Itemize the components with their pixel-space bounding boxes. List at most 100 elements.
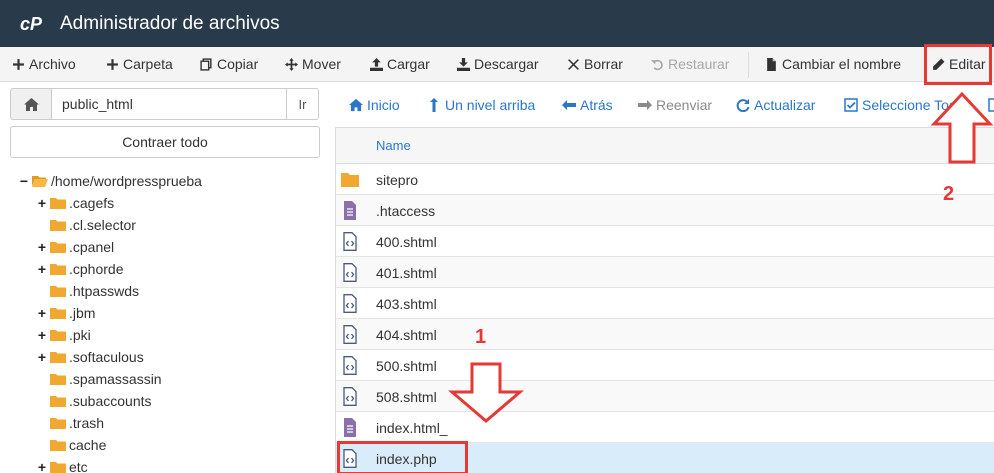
new-file-button[interactable]: Archivo bbox=[12, 47, 76, 81]
file-name: sitepro bbox=[376, 172, 419, 188]
download-button[interactable]: Descargar bbox=[457, 47, 539, 81]
table-row[interactable]: 403.shtml bbox=[336, 288, 994, 319]
refresh-button[interactable]: Actualizar bbox=[736, 88, 815, 122]
folder-icon bbox=[341, 173, 359, 187]
select-all-label: Seleccione Todo bbox=[862, 97, 965, 113]
tree-item[interactable]: + .pki bbox=[36, 324, 91, 346]
tree-item-label: .cagefs bbox=[69, 195, 115, 211]
copy-button[interactable]: Copiar bbox=[200, 47, 258, 81]
file-name: 500.shtml bbox=[376, 358, 437, 374]
pencil-icon bbox=[933, 58, 945, 70]
expand-toggle-icon[interactable]: + bbox=[36, 305, 48, 321]
table-row[interactable]: 508.shtml bbox=[336, 381, 994, 412]
expand-toggle-icon[interactable]: + bbox=[36, 261, 48, 277]
tree-item[interactable]: .htpasswds bbox=[36, 280, 139, 302]
collapse-toggle-icon[interactable]: − bbox=[18, 173, 30, 189]
toolbar-divider bbox=[748, 52, 749, 78]
tree-item[interactable]: + .jbm bbox=[36, 302, 96, 324]
table-row[interactable]: .htaccess bbox=[336, 195, 994, 226]
checkbox-icon bbox=[844, 98, 858, 112]
tree-item[interactable]: cache bbox=[36, 434, 106, 456]
tree-item-label: .subaccounts bbox=[69, 393, 152, 409]
tree-item[interactable]: + .cagefs bbox=[36, 192, 114, 214]
home-nav-button[interactable]: Inicio bbox=[349, 88, 400, 122]
home-nav-label: Inicio bbox=[367, 97, 400, 113]
plus-icon bbox=[107, 58, 118, 70]
table-row[interactable]: 401.shtml bbox=[336, 257, 994, 288]
back-button[interactable]: Atrás bbox=[562, 88, 613, 122]
file-table: Name sitepro .htaccess 400.shtml 401.shtml 4… bbox=[335, 127, 994, 473]
app-header: cP Administrador de archivos bbox=[0, 0, 994, 47]
tree-item[interactable]: + .softaculous bbox=[36, 346, 144, 368]
home-button[interactable] bbox=[10, 88, 52, 120]
go-button[interactable]: Ir bbox=[286, 88, 319, 120]
tree-item[interactable]: .spamassassin bbox=[36, 368, 162, 390]
table-row[interactable]: 500.shtml bbox=[336, 350, 994, 381]
folder-icon bbox=[50, 418, 66, 429]
home-icon bbox=[23, 97, 39, 111]
expand-toggle-icon[interactable]: + bbox=[36, 459, 48, 473]
text-file-icon bbox=[344, 418, 356, 437]
step-1-label: 1 bbox=[475, 326, 487, 348]
tree-item[interactable]: .trash bbox=[36, 412, 104, 434]
forward-label: Reenviar bbox=[656, 97, 713, 113]
upload-label: Cargar bbox=[387, 56, 430, 72]
up-one-level-button[interactable]: Un nivel arriba bbox=[427, 88, 535, 122]
upload-button[interactable]: Cargar bbox=[370, 47, 430, 81]
table-row[interactable]: sitepro bbox=[336, 164, 994, 195]
tree-item-label: .jbm bbox=[69, 305, 96, 321]
expand-toggle-icon[interactable]: + bbox=[36, 195, 48, 211]
rename-button[interactable]: Cambiar el nombre bbox=[765, 47, 901, 81]
download-icon bbox=[457, 57, 470, 71]
copy-label: Copiar bbox=[217, 56, 259, 72]
table-row[interactable]: 404.shtml bbox=[336, 319, 994, 350]
delete-label: Borrar bbox=[584, 56, 623, 72]
forward-button[interactable]: Reenviar bbox=[638, 88, 712, 122]
tree-item-label: .cpanel bbox=[69, 239, 115, 255]
tree-item-label: .spamassassin bbox=[69, 371, 162, 387]
plus-icon bbox=[13, 58, 24, 70]
tree-item-label: .cphorde bbox=[69, 261, 124, 277]
select-all-button[interactable]: Seleccione Todo bbox=[844, 88, 964, 122]
expand-toggle-icon[interactable]: + bbox=[36, 239, 48, 255]
edit-button[interactable]: Editar bbox=[932, 47, 986, 81]
file-manager-app: cP Administrador de archivos Archivo Car… bbox=[0, 0, 994, 473]
copy-icon bbox=[200, 57, 212, 71]
restore-label: Restaurar bbox=[668, 56, 730, 72]
tree-item[interactable]: .subaccounts bbox=[36, 390, 152, 412]
path-input[interactable] bbox=[51, 88, 287, 120]
tree-item-label: .softaculous bbox=[69, 349, 144, 365]
expand-toggle-icon[interactable]: + bbox=[36, 349, 48, 365]
rename-label: Cambiar el nombre bbox=[782, 56, 902, 72]
delete-button[interactable]: Borrar bbox=[567, 47, 623, 81]
file-name: 401.shtml bbox=[376, 265, 437, 281]
folder-icon bbox=[50, 352, 66, 363]
restore-button[interactable]: Restaurar bbox=[651, 47, 729, 81]
table-row[interactable]: index.php bbox=[336, 443, 994, 473]
folder-icon bbox=[50, 396, 66, 407]
tree-item[interactable]: + .cphorde bbox=[36, 258, 124, 280]
undo-icon bbox=[651, 59, 663, 70]
collapse-all-button[interactable]: Contraer todo bbox=[10, 126, 320, 158]
arrow-right-icon bbox=[638, 100, 652, 110]
table-row[interactable]: index.html_ bbox=[336, 412, 994, 443]
home-icon bbox=[349, 98, 363, 112]
more-nav-button[interactable] bbox=[988, 88, 994, 122]
new-folder-button[interactable]: Carpeta bbox=[106, 47, 173, 81]
code-file-icon bbox=[343, 294, 357, 313]
refresh-icon bbox=[736, 99, 750, 112]
name-column-header[interactable]: Name bbox=[376, 138, 411, 153]
tree-item[interactable]: .cl.selector bbox=[36, 214, 136, 236]
move-button[interactable]: Mover bbox=[285, 47, 341, 81]
file-name: index.php bbox=[376, 451, 437, 467]
table-row[interactable]: 400.shtml bbox=[336, 226, 994, 257]
tree-root[interactable]: − /home/wordpressprueba bbox=[18, 170, 202, 192]
file-name: 404.shtml bbox=[376, 327, 437, 343]
edit-label: Editar bbox=[949, 56, 986, 72]
tree-item[interactable]: + etc bbox=[36, 456, 88, 473]
tree-item[interactable]: + .cpanel bbox=[36, 236, 114, 258]
move-label: Mover bbox=[302, 56, 341, 72]
file-name: 400.shtml bbox=[376, 234, 437, 250]
tree-item-label: .pki bbox=[69, 327, 91, 343]
expand-toggle-icon[interactable]: + bbox=[36, 327, 48, 343]
